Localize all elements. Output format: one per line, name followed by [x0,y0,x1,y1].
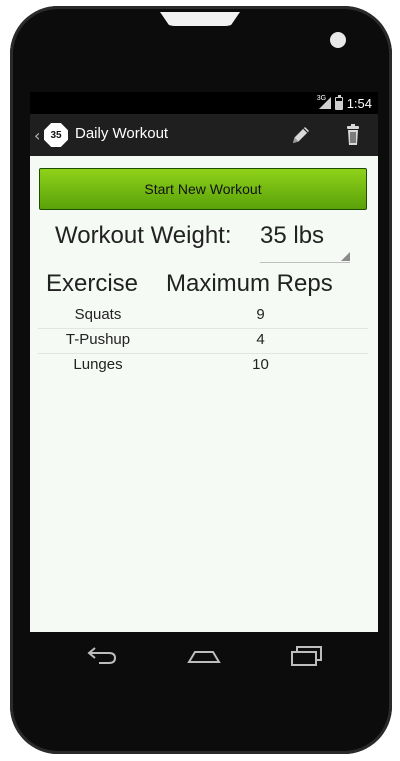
table-row: Lunges 10 [38,354,368,379]
signal-icon: 3G [317,95,331,109]
status-bar: 3G 1:54 [30,92,378,114]
exercise-name: T-Pushup [65,331,131,348]
column-header-max-reps: Maximum Reps [166,270,333,297]
home-icon [187,651,221,663]
exercise-name: Squats [74,306,122,323]
delete-button[interactable] [340,122,366,148]
navigation-bar [30,632,378,680]
back-icon [87,647,117,664]
app-icon[interactable]: 35 [44,123,68,147]
edit-button[interactable] [288,122,314,148]
back-button[interactable] [84,640,120,670]
spinner-underline [260,262,350,263]
status-icons: 3G 1:54 [317,94,372,111]
battery-icon [334,94,343,110]
trash-icon [347,124,359,145]
up-caret-icon[interactable]: ‹ [34,126,40,145]
workout-weight-value: 35 lbs [260,222,325,249]
exercise-reps: 10 [252,356,269,373]
column-header-exercise: Exercise [46,270,139,297]
workout-weight-spinner[interactable]: 35 lbs [260,222,350,263]
exercise-reps: 4 [256,331,265,348]
spinner-corner-icon [341,252,350,261]
pencil-icon [293,127,309,143]
phone-frame: 3G 1:54 ‹ 35 Daily Workout Start New Wor… [0,0,400,761]
status-time: 1:54 [346,95,372,111]
action-bar: ‹ 35 Daily Workout [30,114,378,156]
page-title: Daily Workout [75,125,169,142]
recent-apps-icon [291,646,322,666]
app-icon-text: 35 [50,129,62,141]
exercise-reps: 9 [256,306,265,323]
exercise-name: Lunges [73,356,123,373]
start-new-workout-button[interactable]: Start New Workout [39,168,367,210]
speaker-grille [160,12,240,26]
table-row: Squats 9 [38,304,368,329]
front-camera [330,32,346,48]
home-button[interactable] [186,640,222,670]
screen: 3G 1:54 ‹ 35 Daily Workout Start New Wor… [30,92,378,632]
table-row: T-Pushup 4 [38,329,368,354]
workout-weight-label: Workout Weight: [55,222,232,249]
recent-apps-button[interactable] [288,640,324,670]
